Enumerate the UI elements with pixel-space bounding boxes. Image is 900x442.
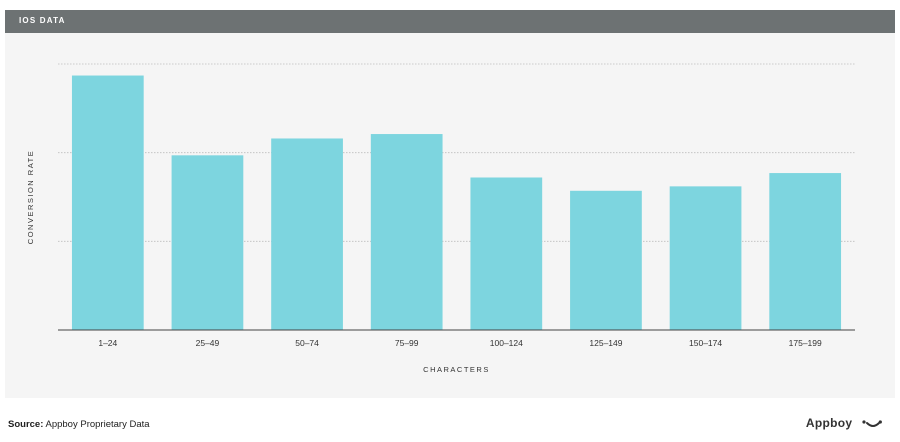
x-tick-label: 125–149 — [589, 338, 622, 348]
bar — [470, 177, 543, 330]
bar — [570, 190, 642, 330]
y-axis-label: CONVERSION RATE — [26, 150, 35, 244]
bar — [271, 138, 343, 330]
brand-logo: Appboy — [806, 416, 882, 430]
bar — [71, 75, 144, 330]
x-axis-label: CHARACTERS — [423, 365, 490, 374]
x-tick-label: 175–199 — [789, 338, 822, 348]
bar — [769, 173, 842, 330]
bar — [370, 134, 443, 330]
x-tick-label: 50–74 — [295, 338, 319, 348]
x-tick-label: 150–174 — [689, 338, 722, 348]
chart-panel: 1–24 25–49 50–74 75–99 100–124 125–149 150–174… — [5, 33, 895, 398]
source-note: Source: Appboy Proprietary Data — [8, 419, 150, 430]
smile-icon — [862, 420, 882, 427]
x-tick-label: 100–124 — [490, 338, 523, 348]
header-title: IOS DATA — [19, 16, 66, 25]
x-tick-label: 25–49 — [196, 338, 220, 348]
bar — [171, 155, 244, 330]
source-label: Source: — [8, 419, 44, 430]
source-text: Appboy Proprietary Data — [45, 419, 150, 430]
bar-chart: 1–24 25–49 50–74 75–99 100–124 125–149 150–174… — [26, 63, 855, 374]
header-bar: IOS DATA — [5, 10, 895, 33]
x-tick-label: 75–99 — [395, 338, 419, 348]
bar — [669, 186, 742, 330]
x-tick-label: 1–24 — [98, 338, 117, 348]
brand-name: Appboy — [805, 416, 853, 430]
